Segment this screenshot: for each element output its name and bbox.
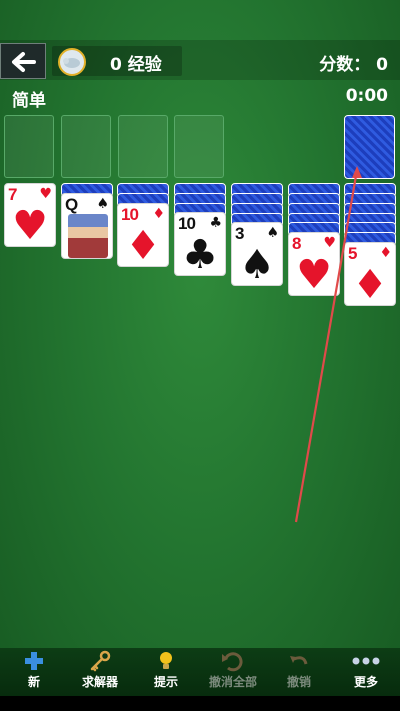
score-label: 分数： 0 <box>319 55 388 75</box>
spade-icon: ♠ <box>266 225 279 241</box>
stock-pile[interactable] <box>344 115 395 179</box>
diamond-icon: ♦ <box>152 206 165 222</box>
difficulty-label: 简单 <box>12 91 46 111</box>
queen-portrait-icon <box>68 214 108 258</box>
plus-icon <box>2 650 66 674</box>
diamond-icon: ♦ <box>379 245 392 261</box>
key-icon <box>68 650 132 674</box>
back-button[interactable] <box>0 43 46 79</box>
undo-button[interactable]: 撤销 <box>267 650 331 694</box>
tableau-card-6[interactable]: 8 ♥ ♥ <box>288 232 340 296</box>
card-rank: 10 <box>178 214 196 233</box>
system-nav-bar <box>0 696 400 711</box>
hint-label: 提示 <box>153 675 178 689</box>
spade-icon: ♠ <box>239 242 275 286</box>
timer: 0:00 <box>345 86 388 106</box>
new-game-button[interactable]: 新 <box>2 650 66 694</box>
club-icon: ♣ <box>182 232 218 276</box>
card-rank: 3 <box>235 224 245 243</box>
card-rank: 10 <box>121 205 139 224</box>
undo-all-icon <box>201 650 265 674</box>
undo-label: 撤销 <box>286 675 311 689</box>
heart-icon: ♥ <box>12 203 48 247</box>
polar-bear-badge-icon <box>58 48 86 76</box>
solver-button[interactable]: 求解器 <box>68 650 132 694</box>
lightbulb-icon <box>134 650 198 674</box>
xp-label: 0 经验 <box>110 55 162 75</box>
tableau-card-2[interactable]: Q ♠ <box>61 193 113 259</box>
more-label: 更多 <box>353 675 378 689</box>
tableau-card-1[interactable]: 7 ♥ ♥ <box>4 183 56 247</box>
diamond-icon: ♦ <box>352 262 388 306</box>
new-label: 新 <box>27 675 40 689</box>
back-arrow-icon <box>12 52 36 72</box>
foundation-slot-1[interactable] <box>4 115 54 178</box>
card-rank: 5 <box>348 244 358 263</box>
tableau-card-3[interactable]: 10 ♦ ♦ <box>117 203 169 267</box>
tableau-card-5[interactable]: 3 ♠ ♠ <box>231 222 283 286</box>
spade-icon: ♠ <box>96 196 109 212</box>
foundation-slot-4[interactable] <box>174 115 224 178</box>
diamond-icon: ♦ <box>125 223 161 267</box>
hint-button[interactable]: 提示 <box>134 650 198 694</box>
tableau-card-4[interactable]: 10 ♣ ♣ <box>174 212 226 276</box>
undo-all-button[interactable]: 撤消全部 <box>201 650 265 694</box>
card-rank: 8 <box>292 234 302 253</box>
solver-label: 求解器 <box>81 675 118 689</box>
heart-icon: ♥ <box>39 186 52 202</box>
heart-icon: ♥ <box>296 252 332 296</box>
undo-all-label: 撤消全部 <box>208 675 257 689</box>
heart-icon: ♥ <box>323 235 336 251</box>
undo-icon <box>267 650 331 674</box>
card-rank: Q <box>65 195 78 214</box>
foundation-slot-3[interactable] <box>118 115 168 178</box>
drag-hint-arrow-icon <box>294 166 362 523</box>
tableau-card-7[interactable]: 5 ♦ ♦ <box>344 242 396 306</box>
foundation-slot-2[interactable] <box>61 115 111 178</box>
more-button[interactable]: 更多 <box>334 650 398 694</box>
game-screen: 0 经验 分数： 0 简单 0:00 7 ♥ ♥ Q ♠ 10 ♦ ♦ 10 ♣… <box>0 0 400 711</box>
club-icon: ♣ <box>209 215 222 231</box>
more-dots-icon <box>334 650 398 674</box>
card-rank: 7 <box>8 185 18 204</box>
